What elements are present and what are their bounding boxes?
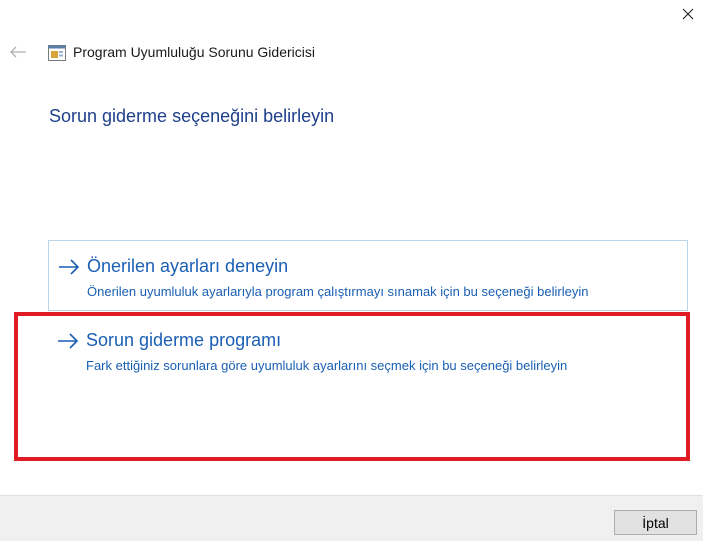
footer-bar: İptal: [0, 495, 703, 541]
back-button[interactable]: [6, 40, 30, 64]
window-title: Program Uyumluluğu Sorunu Gidericisi: [73, 44, 315, 60]
option-troubleshoot-program[interactable]: Sorun giderme programı Fark ettiğiniz so…: [48, 313, 688, 383]
arrow-right-icon: [58, 333, 79, 349]
close-button[interactable]: [672, 0, 703, 28]
option-description: Önerilen uyumluluk ayarlarıyla program ç…: [87, 284, 589, 299]
option-description: Fark ettiğiniz sorunlara göre uyumluluk …: [86, 358, 568, 373]
page-heading: Sorun giderme seçeneğini belirleyin: [49, 106, 335, 126]
option-title: Sorun giderme programı: [86, 330, 282, 350]
option-title: Önerilen ayarları deneyin: [87, 256, 289, 276]
cancel-button[interactable]: İptal: [614, 510, 697, 535]
arrow-right-icon: [59, 259, 80, 275]
compatibility-troubleshooter-icon: [48, 45, 66, 61]
back-arrow-icon: [10, 46, 26, 58]
close-icon: [682, 8, 693, 20]
option-recommended-settings[interactable]: Önerilen ayarları deneyin Önerilen uyuml…: [48, 240, 688, 311]
